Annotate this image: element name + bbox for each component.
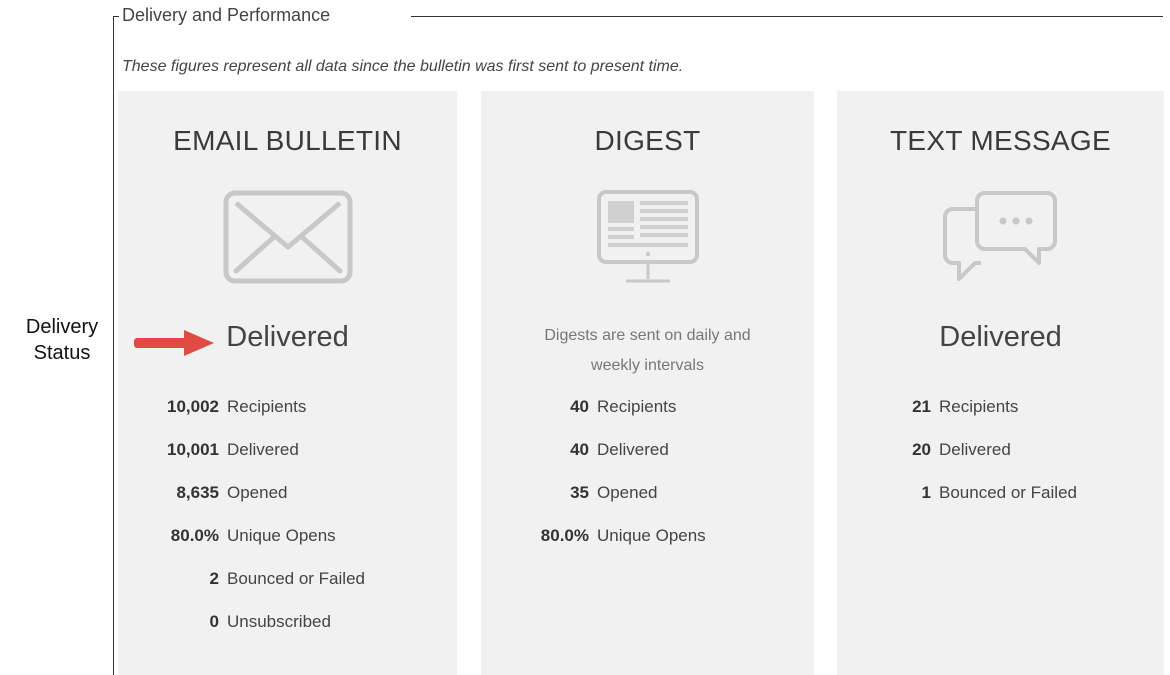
email-stats-list: 10,002 Recipients 10,001 Delivered 8,635…	[118, 397, 365, 655]
stat-row-recipients: 40 Recipients	[481, 397, 706, 440]
stat-row-delivered: 20 Delivered	[837, 440, 1077, 483]
digest-interval-note: Digests are sent on daily and weekly int…	[481, 321, 814, 381]
panel-title: DIGEST	[594, 125, 701, 156]
stat-label: Bounced or Failed	[227, 569, 365, 588]
stat-value: 40	[570, 440, 589, 459]
stat-label: Unique Opens	[597, 526, 706, 545]
monitor-icon	[596, 189, 700, 292]
text-stats-list: 21 Recipients 20 Delivered 1 Bounced or …	[837, 397, 1077, 526]
stat-value: 35	[570, 483, 589, 502]
stat-label: Recipients	[939, 397, 1019, 416]
stat-value: 10,001	[167, 440, 219, 459]
red-arrow-icon	[132, 328, 216, 363]
stat-label: Delivered	[227, 440, 299, 459]
stat-label: Unique Opens	[227, 526, 336, 545]
chat-bubbles-icon	[941, 189, 1061, 290]
stat-value: 20	[912, 440, 931, 459]
stat-row-unique-opens: 80.0% Unique Opens	[481, 526, 706, 569]
annotation-line: Delivery	[25, 316, 99, 338]
stat-row-unsubscribed: 0 Unsubscribed	[118, 612, 365, 655]
stat-label: Recipients	[227, 397, 307, 416]
stat-label: Delivered	[939, 440, 1011, 459]
stat-value: 10,002	[167, 397, 219, 416]
stat-label: Bounced or Failed	[939, 483, 1077, 502]
stat-value: 80.0%	[170, 526, 219, 545]
note-line: Digests are sent on daily and	[544, 327, 751, 344]
stat-label: Delivered	[597, 440, 669, 459]
stat-label: Recipients	[597, 397, 677, 416]
stat-row-opened: 35 Opened	[481, 483, 706, 526]
section-legend: Delivery and Performance	[122, 5, 331, 25]
stat-label: Opened	[597, 483, 658, 502]
stat-row-bounced: 2 Bounced or Failed	[118, 569, 365, 612]
stat-value: 1	[921, 483, 931, 502]
digest-stats-list: 40 Recipients 40 Delivered 35 Opened 80.…	[481, 397, 706, 569]
stat-label: Opened	[227, 483, 288, 502]
frame-corner	[113, 16, 119, 17]
stat-label: Unsubscribed	[227, 612, 331, 631]
panel-title: TEXT MESSAGE	[890, 125, 1111, 156]
digest-panel: DIGEST Digests are sent on daily and wee…	[481, 91, 814, 675]
frame-top-border	[411, 16, 1163, 17]
stat-value: 8,635	[176, 483, 219, 502]
note-line: weekly intervals	[591, 357, 704, 374]
stat-value: 40	[570, 397, 589, 416]
panel-title: EMAIL BULLETIN	[173, 125, 402, 156]
annotation-line: Status	[33, 342, 91, 364]
section-subtitle: These figures represent all data since t…	[122, 58, 684, 75]
delivery-status: Delivered	[939, 321, 1062, 353]
delivery-status-annotation: Delivery Status	[8, 314, 116, 366]
stat-row-unique-opens: 80.0% Unique Opens	[118, 526, 365, 569]
email-bulletin-panel: EMAIL BULLETIN Delivered 10,002 Recipien…	[118, 91, 457, 675]
stat-value: 80.0%	[540, 526, 589, 545]
delivery-performance-page: Delivery and Performance These figures r…	[0, 0, 1170, 675]
stat-row-recipients: 21 Recipients	[837, 397, 1077, 440]
stat-row-delivered: 10,001 Delivered	[118, 440, 365, 483]
envelope-icon	[222, 189, 354, 290]
text-message-panel: TEXT MESSAGE Delivered 21 Recipients 20 …	[837, 91, 1164, 675]
stat-row-recipients: 10,002 Recipients	[118, 397, 365, 440]
stat-row-bounced: 1 Bounced or Failed	[837, 483, 1077, 526]
stat-row-opened: 8,635 Opened	[118, 483, 365, 526]
stat-value: 2	[209, 569, 219, 588]
stat-row-delivered: 40 Delivered	[481, 440, 706, 483]
stat-value: 21	[912, 397, 931, 416]
stat-value: 0	[209, 612, 219, 631]
